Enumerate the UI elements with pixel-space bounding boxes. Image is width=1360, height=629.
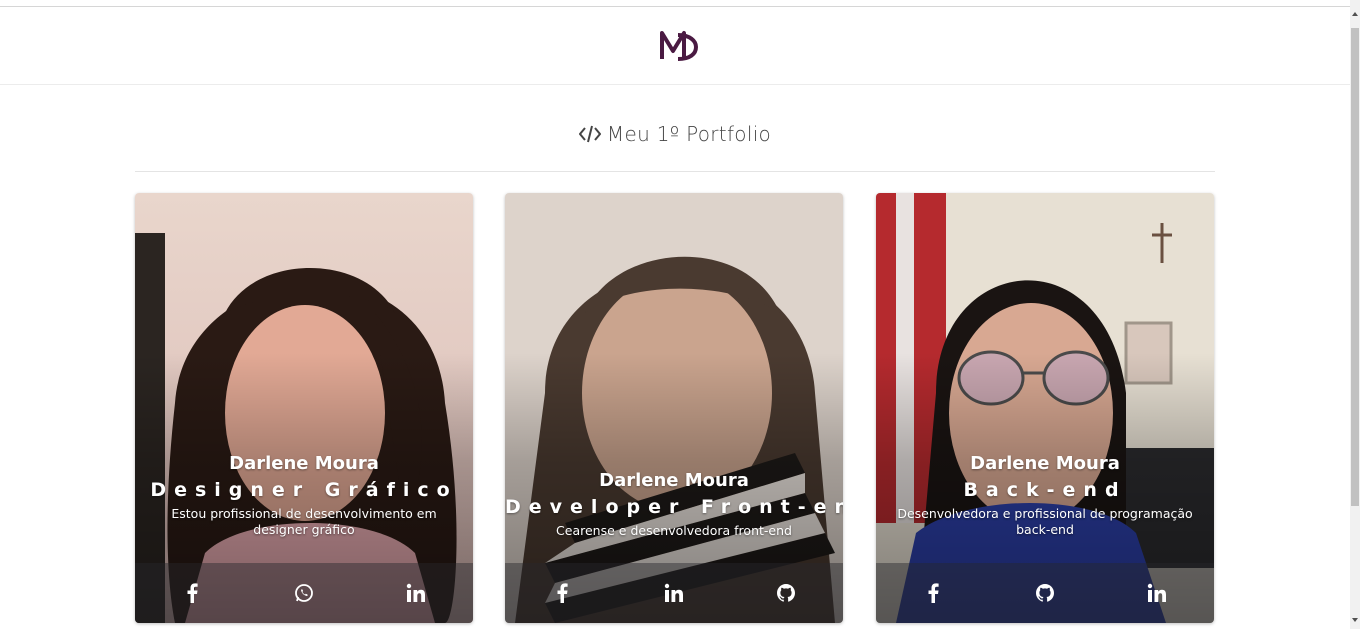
page-title: Meu 1º Portfolio (135, 122, 1215, 146)
card-role: Back-end (963, 479, 1127, 501)
site-header (0, 7, 1350, 85)
card-role: Designer Gráfico (150, 479, 458, 501)
scrollbar-thumb[interactable] (1351, 28, 1359, 506)
card-description: Estou profissional de desenvolvimento em… (171, 506, 437, 537)
card-name: Darlene Moura (599, 470, 749, 491)
title-divider (135, 171, 1215, 172)
logo[interactable] (658, 27, 698, 63)
card-role: Developer Front-end (505, 496, 843, 518)
facebook-icon[interactable] (922, 582, 944, 604)
scroll-up-icon[interactable] (1352, 12, 1358, 16)
card-info: Darlene Moura Back-end Desenvolvedora e … (876, 452, 1214, 538)
code-icon (578, 125, 601, 143)
card-info: Darlene Moura Designer Gráfico Estou pro… (135, 452, 473, 538)
social-links (876, 563, 1214, 623)
facebook-icon[interactable] (551, 582, 573, 604)
card-description: Desenvolvedora e profissional de program… (897, 506, 1193, 537)
linkedin-icon[interactable] (405, 582, 427, 604)
card-info: Darlene Moura Developer Front-end Cearen… (505, 469, 843, 539)
github-icon[interactable] (775, 582, 797, 604)
card-name: Darlene Moura (970, 453, 1120, 474)
social-links (505, 563, 843, 623)
whatsapp-icon[interactable] (293, 582, 315, 604)
page-title-text: Meu 1º Portfolio (606, 122, 772, 146)
scroll-down-icon[interactable] (1352, 618, 1358, 622)
facebook-icon[interactable] (181, 582, 203, 604)
card-name: Darlene Moura (229, 453, 379, 474)
github-icon[interactable] (1034, 582, 1056, 604)
profile-card-designer: Darlene Moura Designer Gráfico Estou pro… (135, 193, 473, 623)
vertical-scrollbar[interactable] (1350, 0, 1360, 629)
social-links (135, 563, 473, 623)
profile-card-frontend: Darlene Moura Developer Front-end Cearen… (505, 193, 843, 623)
card-description: Cearense e desenvolvedora front-end (556, 523, 792, 538)
linkedin-icon[interactable] (1146, 582, 1168, 604)
linkedin-icon[interactable] (663, 582, 685, 604)
profile-card-backend: Darlene Moura Back-end Desenvolvedora e … (876, 193, 1214, 623)
